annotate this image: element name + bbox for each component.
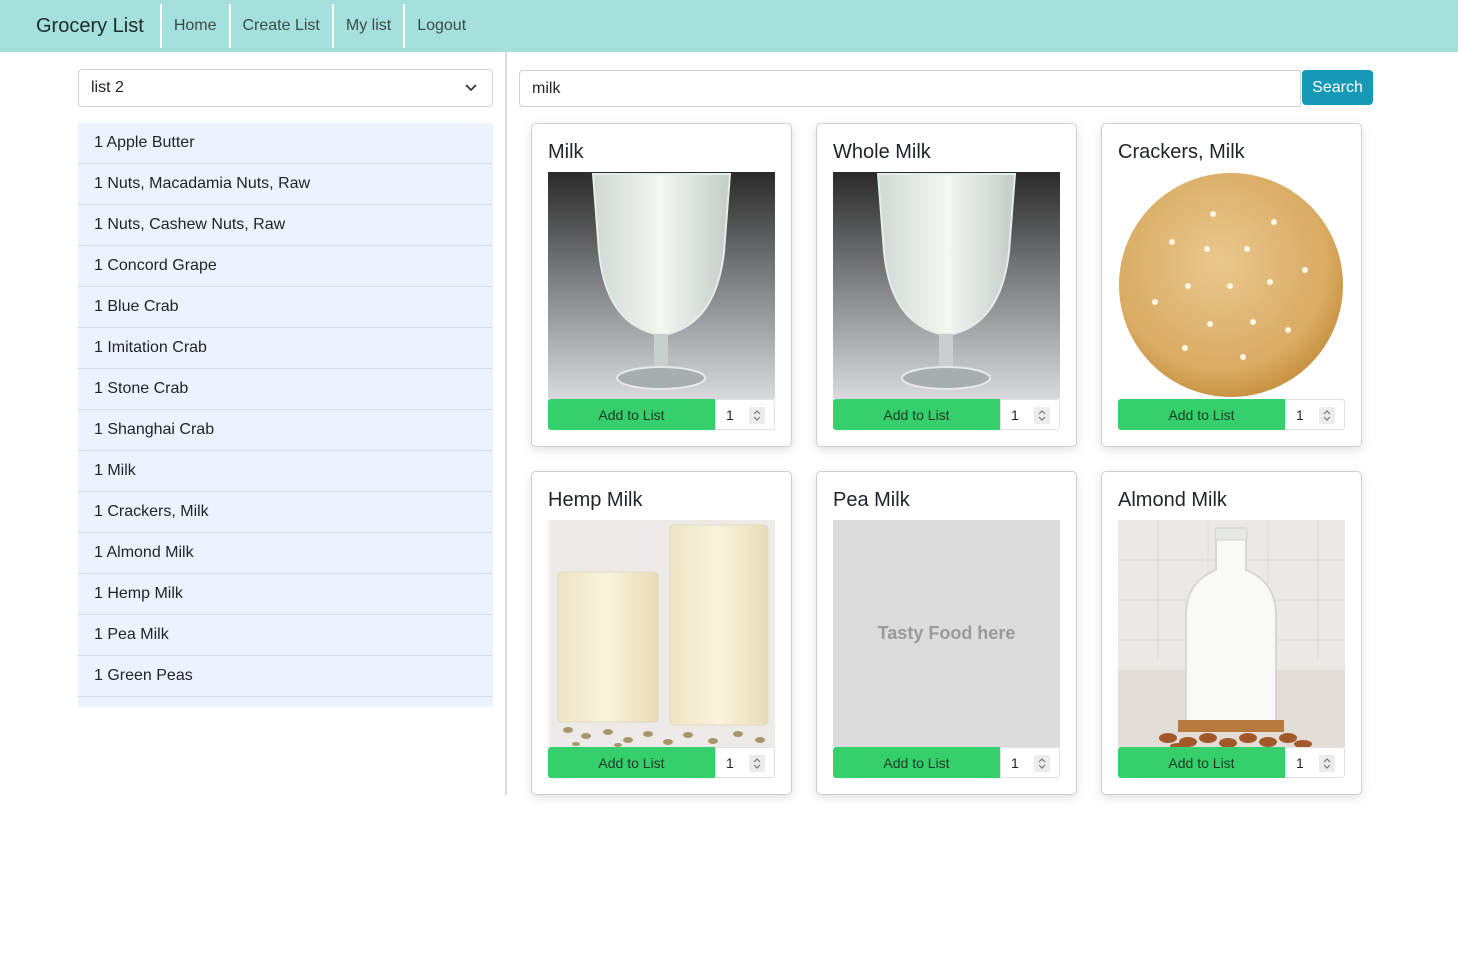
add-to-list-button[interactable]: Add to List [1118,399,1285,430]
placeholder-text: Tasty Food here [833,520,1060,747]
round-cracker-image [1118,172,1345,399]
grocery-list: 1 Apple Butter 1 Nuts, Macadamia Nuts, R… [78,123,493,707]
list-select-value: list 2 [91,79,124,96]
list-item[interactable]: 1 Blue Crab [78,287,493,328]
quantity-value: 1 [1296,754,1304,771]
list-item[interactable]: 1 Almond Milk [78,533,493,574]
quantity-stepper[interactable]: 1 [1285,399,1345,430]
spinner-arrows-icon[interactable] [1034,755,1050,772]
list-item[interactable]: 1 Hemp Milk [78,574,493,615]
list-item[interactable]: 1 Stone Crab [78,369,493,410]
list-item[interactable]: 1 Apple Butter [78,123,493,164]
food-card-title: Hemp Milk [548,489,643,511]
list-item[interactable]: 1 Nuts, Cashew Nuts, Raw [78,205,493,246]
list-item[interactable]: 1 Pea Milk [78,615,493,656]
food-card: Pea Milk Tasty Food here Add to List 1 [816,471,1077,795]
milk-bottle-almonds-image [1118,520,1345,747]
add-to-list-button[interactable]: Add to List [833,747,1000,778]
list-select[interactable]: list 2 [78,69,493,107]
food-card: Hemp Milk Add to List 1 [531,471,792,795]
food-card: Almond Milk Add to List 1 [1101,471,1362,795]
add-to-list-button[interactable]: Add to List [548,747,715,778]
quantity-stepper[interactable]: 1 [715,747,775,778]
hemp-milk-glasses-image [548,520,775,747]
quantity-stepper[interactable]: 1 [1285,747,1345,778]
quantity-value: 1 [1296,406,1304,423]
search-input[interactable] [519,70,1301,107]
quantity-stepper[interactable]: 1 [1000,399,1060,430]
list-item[interactable]: 1 Imitation Crab [78,328,493,369]
list-item[interactable]: 1 Milk [78,451,493,492]
add-to-list-button[interactable]: Add to List [1118,747,1285,778]
glass-of-milk-image [833,172,1060,399]
list-item[interactable]: 1 Shanghai Crab [78,410,493,451]
quantity-stepper[interactable]: 1 [715,399,775,430]
nav-home[interactable]: Home [159,4,229,48]
quantity-value: 1 [726,754,734,771]
spinner-arrows-icon[interactable] [749,407,765,424]
food-card-title: Whole Milk [833,141,931,163]
quantity-value: 1 [726,406,734,423]
food-card-title: Pea Milk [833,489,910,511]
add-to-list-button[interactable]: Add to List [548,399,715,430]
nav-create-list[interactable]: Create List [228,4,332,48]
search-button[interactable]: Search [1302,70,1373,105]
list-item[interactable]: 1 Concord Grape [78,246,493,287]
list-item[interactable]: 1 Nuts, Macadamia Nuts, Raw [78,164,493,205]
brand-title[interactable]: Grocery List [0,0,160,52]
food-card-title: Almond Milk [1118,489,1227,511]
chevron-down-icon [465,84,477,92]
nav-my-list[interactable]: My list [331,4,403,48]
spinner-arrows-icon[interactable] [1034,407,1050,424]
quantity-value: 1 [1011,754,1019,771]
spinner-arrows-icon[interactable] [1319,755,1335,772]
navbar: Grocery List Home Create List My list Lo… [0,0,1458,52]
glass-of-milk-image [548,172,775,399]
food-card-title: Milk [548,141,584,163]
add-to-list-button[interactable]: Add to List [833,399,1000,430]
list-item[interactable]: 1 Crackers, Milk [78,492,493,533]
food-card: Crackers, Milk Add to List 1 [1101,123,1362,447]
food-card: Milk Add to List 1 [531,123,792,447]
quantity-stepper[interactable]: 1 [1000,747,1060,778]
food-card-title: Crackers, Milk [1118,141,1245,163]
quantity-value: 1 [1011,406,1019,423]
nav-logout[interactable]: Logout [403,4,478,48]
spinner-arrows-icon[interactable] [749,755,765,772]
list-item[interactable]: 1 Green Peas [78,656,493,697]
food-card: Whole Milk Add to List 1 [816,123,1077,447]
column-divider [505,52,507,795]
placeholder-image: Tasty Food here [833,520,1060,747]
spinner-arrows-icon[interactable] [1319,407,1335,424]
